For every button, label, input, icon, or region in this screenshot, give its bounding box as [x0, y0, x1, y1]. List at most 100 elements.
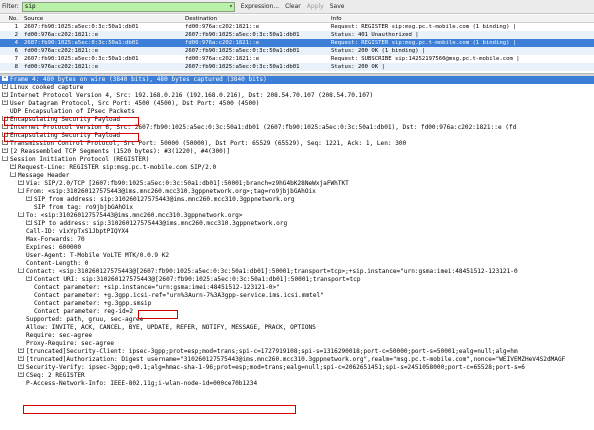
tree-item[interactable]: SIP from tag: ro9jbjbGAhOix: [0, 204, 594, 212]
expand-icon[interactable]: +: [18, 348, 24, 353]
clear-button[interactable]: Clear: [285, 3, 301, 10]
tree-item-label: UDP Encapsulation of IPsec Packets: [10, 108, 135, 115]
tree-item[interactable]: + Frame 4: 480 bytes on wire (3840 bits),…: [0, 76, 594, 84]
tree-item[interactable]: Content-Length: 0: [0, 260, 594, 268]
filter-toolbar: Filter: sip ▾ Expression... Clear Apply …: [0, 0, 594, 14]
tree-item[interactable]: Contact parameter: +sip.instance="urn:gs…: [0, 284, 594, 292]
tree-item-label: [2 Reassembled TCP Segments (1520 bytes)…: [10, 148, 231, 155]
expand-icon[interactable]: +: [2, 148, 8, 153]
tree-item[interactable]: + [truncated]Authorization: Digest userna…: [0, 356, 594, 364]
tree-item[interactable]: + SIP to address: sip:310260127575443@ims…: [0, 220, 594, 228]
tree-item[interactable]: + [2 Reassembled TCP Segments (1520 bytes…: [0, 148, 594, 156]
packet-row[interactable]: 2 fd00:976a:c202:1821::e 2607:fb90:1025:a5…: [0, 31, 594, 39]
packet-info: Request: REGISTER sip:msg.pc.t-mobile.co…: [331, 24, 517, 30]
tree-item-label: Security-Verify: ipsec-3gpp;q=0.1;alg=hm…: [26, 364, 525, 371]
expand-icon[interactable]: +: [26, 276, 32, 281]
tree-item[interactable]: Max-Forwards: 70: [0, 236, 594, 244]
tree-item-label: Require: sec-agree: [26, 332, 93, 339]
packet-info: Request: REGISTER sip:msg.pc.t-mobile.co…: [331, 40, 517, 46]
packet-rows: 1 2607:fb90:1025:a5ec:0:3c:50a1:db01 fd00:…: [0, 23, 594, 71]
expand-icon[interactable]: +: [18, 180, 24, 185]
tree-item[interactable]: + [truncated]Security-Client: ipsec-3gpp;…: [0, 348, 594, 356]
tree-item-label: Contact parameter: +sip.instance="urn:gs…: [34, 284, 280, 291]
packet-no: 1: [14, 24, 18, 30]
column-header-destination[interactable]: Destination: [185, 15, 331, 22]
tree-item[interactable]: Allow: INVITE, ACK, CANCEL, BYE, UPDATE,…: [0, 324, 594, 332]
tree-item[interactable]: + Contact URI: sip:310260127575443@[2607:…: [0, 276, 594, 284]
tree-item[interactable]: + Request-Line: REGISTER sip:msg.pc.t-mob…: [0, 164, 594, 172]
expand-icon[interactable]: +: [18, 356, 24, 361]
tree-item-label: Frame 4: 480 bytes on wire (3840 bits), …: [10, 76, 267, 83]
expand-icon[interactable]: +: [18, 372, 24, 377]
tree-item[interactable]: P-Access-Network-Info: IEEE-802.11g;i-wl…: [0, 380, 594, 388]
chevron-down-icon[interactable]: ▾: [229, 3, 233, 11]
tree-item[interactable]: User-Agent: T-Mobile VoLTE MTK/0.0.9 K2: [0, 252, 594, 260]
packet-source: 2607:fb90:1025:a5ec:0:3c:50a1:db01: [24, 24, 139, 30]
packet-destination: 2607:fb90:1025:a5ec:0:3c:50a1:db01: [185, 48, 300, 54]
packet-destination: 2607:fb90:1025:a5ec:0:3c:50a1:db01: [185, 32, 300, 38]
tree-item[interactable]: UDP Encapsulation of IPsec Packets: [0, 108, 594, 116]
tree-item[interactable]: - Contact: <sip:310260127575443@[2607:fb9…: [0, 268, 594, 276]
collapse-icon[interactable]: -: [10, 172, 16, 177]
filter-value: sip: [24, 2, 36, 10]
packet-row[interactable]: 8 fd00:976a:c202:1821::e 2607:fb90:1025:a5…: [0, 63, 594, 71]
packet-row[interactable]: 6 fd00:976a:c202:1821::e 2607:fb90:1025:a5…: [0, 47, 594, 55]
tree-item[interactable]: Contact parameter: +g.3gpp.smsip: [0, 300, 594, 308]
column-header-source[interactable]: Source: [24, 15, 185, 22]
filter-input[interactable]: sip ▾: [21, 1, 235, 12]
tree-item[interactable]: Contact parameter: +g.3gpp.icsi-ref="urn…: [0, 292, 594, 300]
tree-item-label: Expires: 600000: [26, 244, 82, 251]
save-button[interactable]: Save: [330, 3, 345, 10]
tree-item[interactable]: + SIP from address: sip:310260127575443@i…: [0, 196, 594, 204]
packet-row[interactable]: 7 2607:fb90:1025:a5ec:0:3c:50a1:db01 fd00:…: [0, 55, 594, 63]
apply-button[interactable]: Apply: [307, 3, 324, 10]
tree-item[interactable]: - Session Initiation Protocol (REGISTER): [0, 156, 594, 164]
packet-destination: fd00:976a:c202:1821::e: [185, 40, 260, 46]
packet-row[interactable]: 4 2607:fb90:1025:a5ec:0:3c:50a1:db01 fd00:…: [0, 39, 594, 47]
packet-info: Status: 200 OK |: [331, 64, 385, 70]
collapse-icon[interactable]: -: [18, 188, 24, 193]
packet-row[interactable]: 1 2607:fb90:1025:a5ec:0:3c:50a1:db01 fd00:…: [0, 23, 594, 31]
tree-item-label: Contact: <sip:310260127575443@[2607:fb90…: [26, 268, 518, 275]
highlight-p-access-network-info: [23, 405, 296, 414]
tree-item-label: SIP from tag: ro9jbjbGAhOix: [34, 204, 134, 211]
tree-item[interactable]: + CSeq: 2 REGISTER: [0, 372, 594, 380]
collapse-icon[interactable]: -: [2, 156, 8, 161]
expand-icon[interactable]: +: [2, 100, 8, 105]
column-header-info[interactable]: Info: [331, 15, 594, 22]
packet-list: No. Source Destination Info 1 2607:fb90:1…: [0, 15, 594, 72]
expression-button[interactable]: Expression...: [241, 3, 279, 10]
tree-item[interactable]: Contact parameter: reg-id=2: [0, 308, 594, 316]
column-header-no[interactable]: No.: [0, 15, 24, 22]
packet-no: 7: [14, 56, 18, 62]
tree-item[interactable]: + Linux cooked capture: [0, 84, 594, 92]
expand-icon[interactable]: +: [2, 84, 8, 89]
tree-item[interactable]: Supported: path, gruu, sec-agree: [0, 316, 594, 324]
tree-item-label: Message Header: [18, 172, 70, 179]
tree-item-label: Supported: path, gruu, sec-agree: [26, 316, 144, 323]
tree-item[interactable]: Expires: 600000: [0, 244, 594, 252]
collapse-icon[interactable]: -: [18, 268, 24, 273]
tree-item[interactable]: + Security-Verify: ipsec-3gpp;q=0.1;alg=h…: [0, 364, 594, 372]
tree-item[interactable]: - Message Header: [0, 172, 594, 180]
tree-item-label: Allow: INVITE, ACK, CANCEL, BYE, UPDATE,…: [26, 324, 316, 331]
tree-item[interactable]: Require: sec-agree: [0, 332, 594, 340]
expand-icon[interactable]: +: [2, 76, 8, 81]
packet-source: fd00:976a:c202:1821::e: [24, 32, 99, 38]
tree-item[interactable]: Proxy-Require: sec-agree: [0, 340, 594, 348]
tree-item[interactable]: - To: <sip:310260127575443@ims.mnc260.mcc…: [0, 212, 594, 220]
expand-icon[interactable]: +: [18, 364, 24, 369]
tree-item[interactable]: - From: <sip:310260127575443@ims.mnc260.m…: [0, 188, 594, 196]
tree-item[interactable]: + Internet Protocol Version 4, Src: 192.1…: [0, 92, 594, 100]
packet-info: Status: 200 OK (1 binding) |: [331, 48, 426, 54]
tree-item-label: [truncated]Authorization: Digest usernam…: [26, 356, 566, 363]
expand-icon[interactable]: +: [26, 220, 32, 225]
tree-item-label: Internet Protocol Version 4, Src: 192.16…: [10, 92, 374, 99]
expand-icon[interactable]: +: [2, 92, 8, 97]
tree-item[interactable]: Call-ID: v1xYpTxS1JbptPIQYX4: [0, 228, 594, 236]
tree-item[interactable]: + Via: SIP/2.0/TCP [2607:fb90:1025:a5ec:0…: [0, 180, 594, 188]
tree-item[interactable]: + User Datagram Protocol, Src Port: 4500 …: [0, 100, 594, 108]
expand-icon[interactable]: +: [10, 164, 16, 169]
expand-icon[interactable]: +: [26, 196, 32, 201]
collapse-icon[interactable]: -: [18, 212, 24, 217]
